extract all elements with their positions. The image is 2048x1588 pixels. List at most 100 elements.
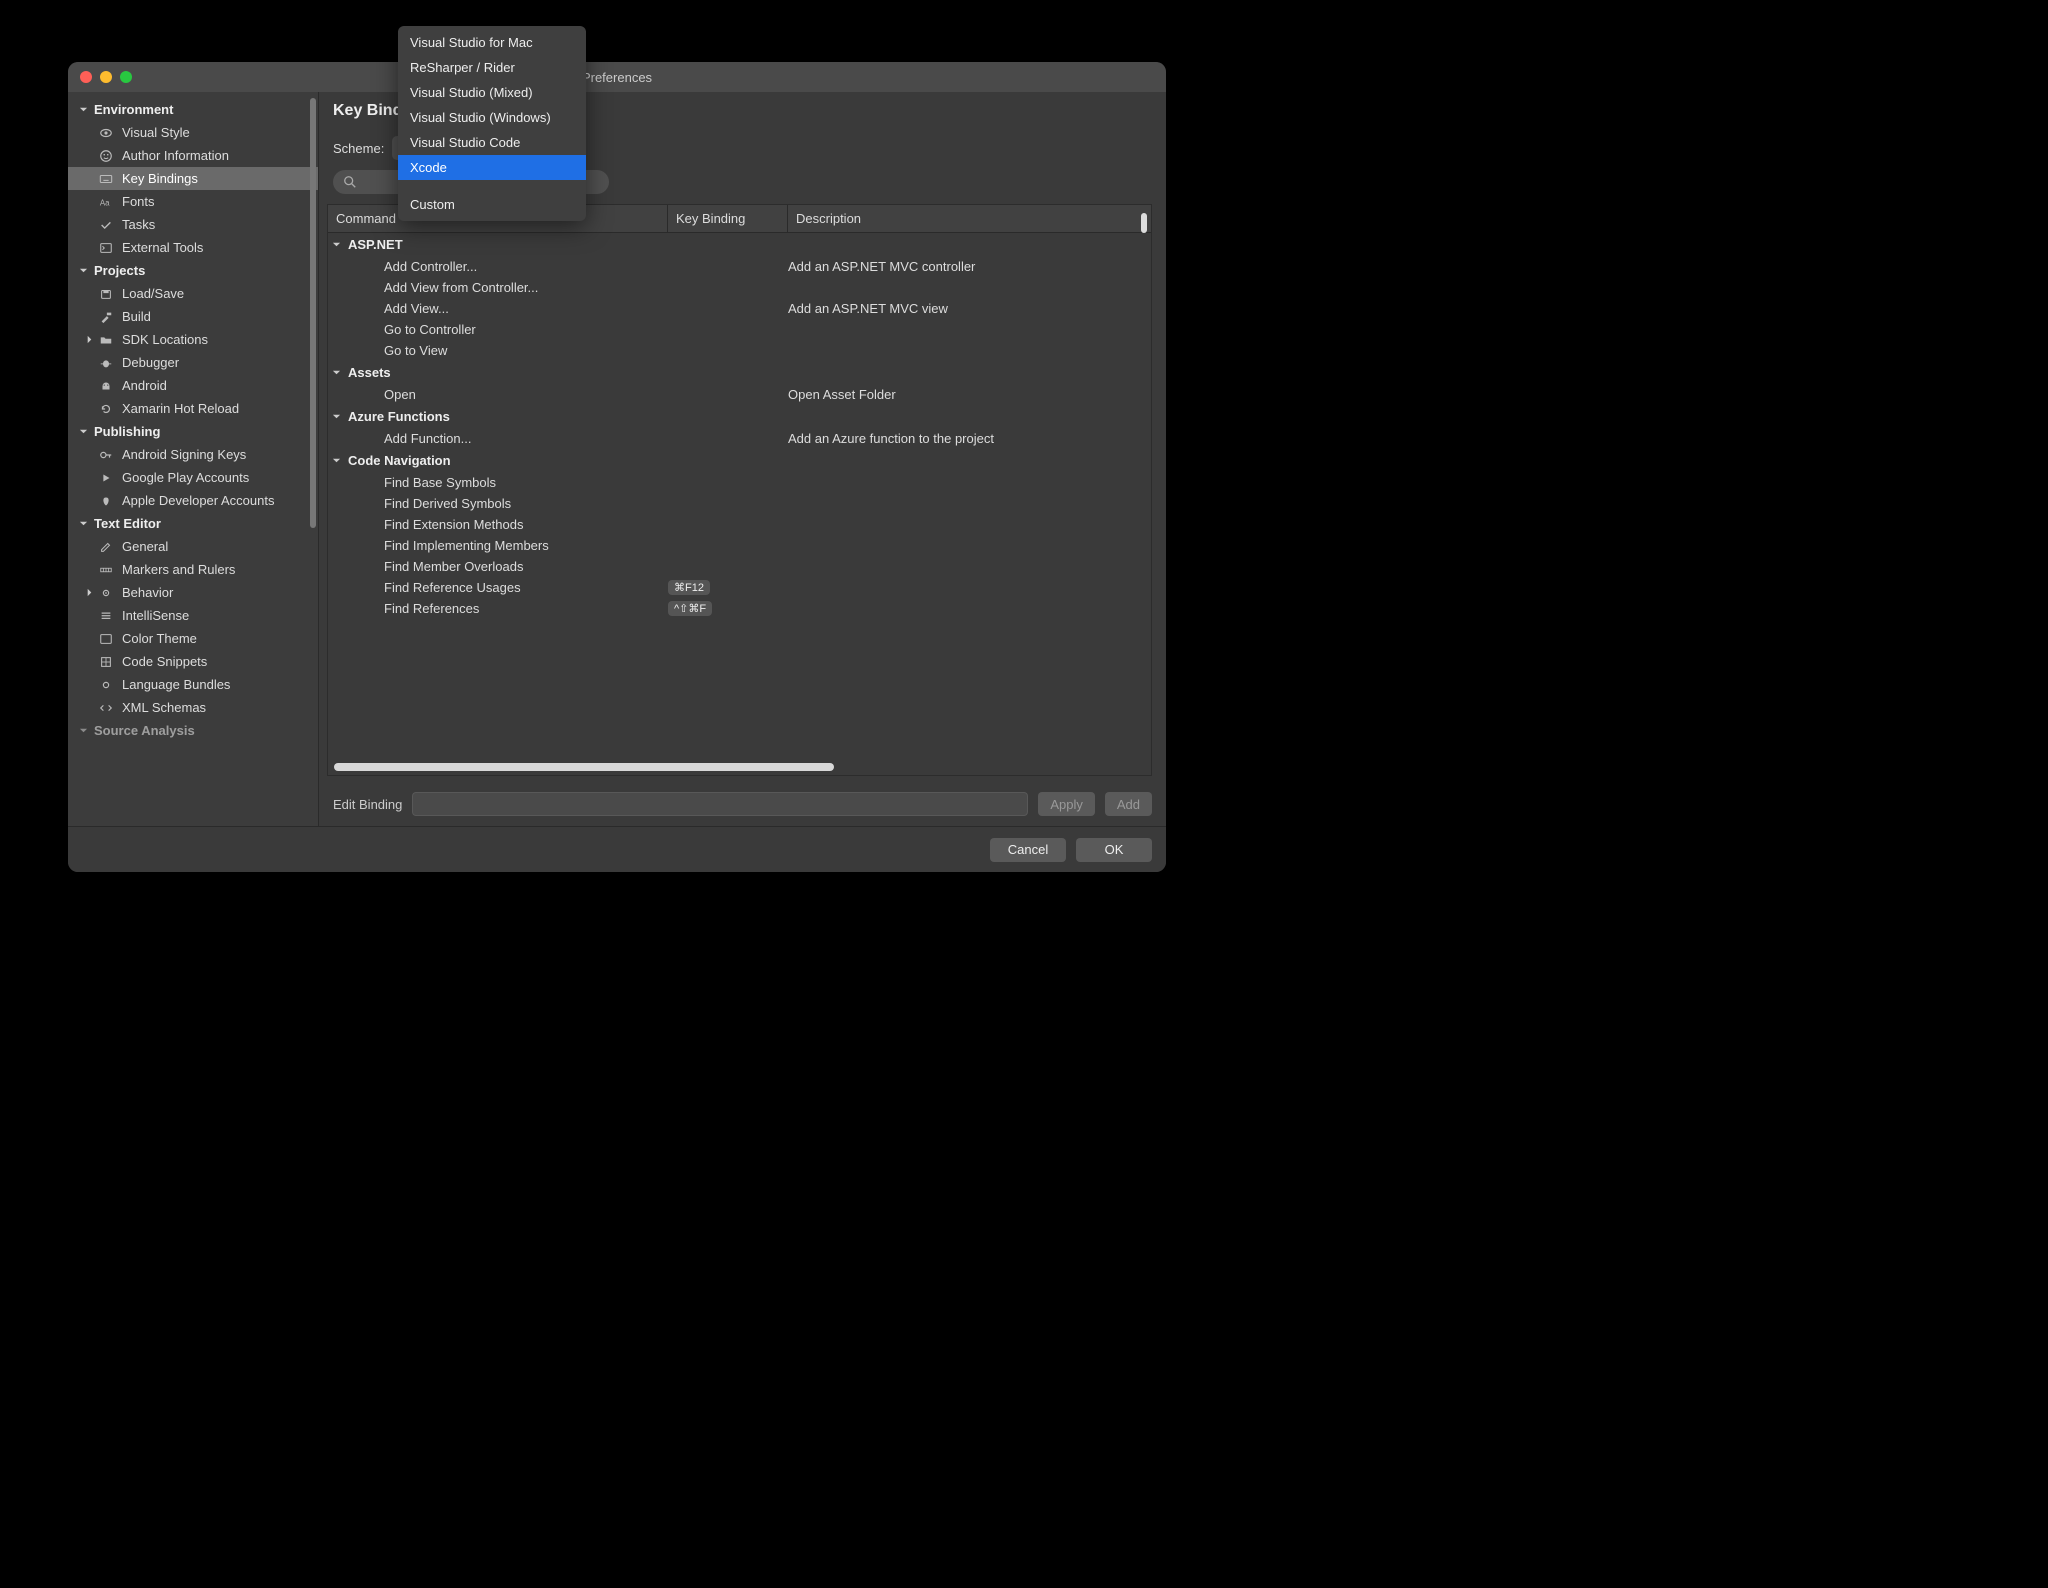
sidebar-item[interactable]: Xamarin Hot Reload bbox=[68, 397, 318, 420]
sidebar-scrollbar[interactable] bbox=[310, 98, 316, 528]
ok-button[interactable]: OK bbox=[1076, 838, 1152, 862]
table-row[interactable]: Find Member Overloads bbox=[328, 556, 1151, 577]
sidebar-item[interactable]: SDK Locations bbox=[68, 328, 318, 351]
cell-description bbox=[788, 517, 1151, 532]
sidebar-item[interactable]: Markers and Rulers bbox=[68, 558, 318, 581]
sidebar-item-label: Build bbox=[122, 309, 151, 324]
sidebar-category[interactable]: Text Editor bbox=[68, 512, 318, 535]
minimize-window-button[interactable] bbox=[100, 71, 112, 83]
edit-binding-input[interactable] bbox=[412, 792, 1028, 816]
table-body[interactable]: ASP.NETAdd Controller...Add an ASP.NET M… bbox=[328, 233, 1151, 775]
cell-keybinding bbox=[668, 559, 788, 574]
sidebar-item[interactable]: Tasks bbox=[68, 213, 318, 236]
sidebar-item[interactable]: Android Signing Keys bbox=[68, 443, 318, 466]
cell-description: Add an Azure function to the project bbox=[788, 431, 1151, 446]
eye-icon bbox=[98, 126, 114, 140]
dropdown-item[interactable]: Visual Studio (Windows) bbox=[398, 105, 586, 130]
sidebar-item[interactable]: Author Information bbox=[68, 144, 318, 167]
sidebar-item[interactable]: AaFonts bbox=[68, 190, 318, 213]
disclosure-triangle-icon bbox=[78, 105, 88, 115]
gear-icon bbox=[98, 678, 114, 692]
sidebar-item[interactable]: Debugger bbox=[68, 351, 318, 374]
cell-keybinding bbox=[668, 475, 788, 490]
sidebar-item[interactable]: Google Play Accounts bbox=[68, 466, 318, 489]
sidebar-item-label: General bbox=[122, 539, 168, 554]
sidebar-item[interactable]: Language Bundles bbox=[68, 673, 318, 696]
cell-keybinding: ⌘F12 bbox=[668, 580, 788, 595]
palette-icon bbox=[98, 632, 114, 646]
sidebar-category[interactable]: Projects bbox=[68, 259, 318, 282]
fonts-icon: Aa bbox=[98, 195, 114, 209]
sidebar-item[interactable]: Build bbox=[68, 305, 318, 328]
table-vscroll[interactable] bbox=[1141, 213, 1147, 233]
preferences-window: Preferences EnvironmentVisual StyleAutho… bbox=[68, 62, 1166, 872]
table-group[interactable]: Code Navigation bbox=[328, 449, 1151, 472]
table-row[interactable]: Add View...Add an ASP.NET MVC view bbox=[328, 298, 1151, 319]
sidebar-item[interactable]: IntelliSense bbox=[68, 604, 318, 627]
reload-icon bbox=[98, 402, 114, 416]
scheme-dropdown[interactable]: Visual Studio for MacReSharper / RiderVi… bbox=[398, 26, 586, 221]
sidebar-item[interactable]: Behavior bbox=[68, 581, 318, 604]
sidebar-category[interactable]: Environment bbox=[68, 98, 318, 121]
sidebar-item[interactable]: Code Snippets bbox=[68, 650, 318, 673]
table-row[interactable]: Find Extension Methods bbox=[328, 514, 1151, 535]
table-hscroll-track[interactable] bbox=[334, 763, 1141, 771]
table-row[interactable]: Add Function...Add an Azure function to … bbox=[328, 428, 1151, 449]
sidebar-item[interactable]: Key Bindings bbox=[68, 167, 318, 190]
sidebar-item[interactable]: External Tools bbox=[68, 236, 318, 259]
table-row[interactable]: Go to View bbox=[328, 340, 1151, 361]
table-hscroll-thumb[interactable] bbox=[334, 763, 834, 771]
sidebar-item[interactable]: XML Schemas bbox=[68, 696, 318, 719]
folder-icon bbox=[98, 333, 114, 347]
apply-button[interactable]: Apply bbox=[1038, 792, 1095, 816]
table-row[interactable]: Find Implementing Members bbox=[328, 535, 1151, 556]
dropdown-item[interactable]: ReSharper / Rider bbox=[398, 55, 586, 80]
sidebar-item[interactable]: Android bbox=[68, 374, 318, 397]
table-group[interactable]: ASP.NET bbox=[328, 233, 1151, 256]
cell-description: Add an ASP.NET MVC view bbox=[788, 301, 1151, 316]
col-description[interactable]: Description bbox=[788, 205, 1151, 232]
table-row[interactable]: OpenOpen Asset Folder bbox=[328, 384, 1151, 405]
dropdown-item[interactable]: Visual Studio (Mixed) bbox=[398, 80, 586, 105]
table-row[interactable]: Find Reference Usages⌘F12 bbox=[328, 577, 1151, 598]
disclosure-triangle-icon bbox=[332, 412, 344, 421]
table-row[interactable]: Add Controller...Add an ASP.NET MVC cont… bbox=[328, 256, 1151, 277]
dropdown-item[interactable]: Visual Studio for Mac bbox=[398, 30, 586, 55]
cell-command: Go to Controller bbox=[328, 322, 668, 337]
dropdown-item[interactable]: Xcode bbox=[398, 155, 586, 180]
cell-command: Open bbox=[328, 387, 668, 402]
cell-keybinding bbox=[668, 517, 788, 532]
col-keybinding[interactable]: Key Binding bbox=[668, 205, 788, 232]
sidebar-item[interactable]: General bbox=[68, 535, 318, 558]
cell-description bbox=[788, 343, 1151, 358]
disclosure-triangle-icon bbox=[84, 588, 94, 598]
sidebar-item[interactable]: Apple Developer Accounts bbox=[68, 489, 318, 512]
table-row[interactable]: Find Base Symbols bbox=[328, 472, 1151, 493]
table-group[interactable]: Azure Functions bbox=[328, 405, 1151, 428]
table-group[interactable]: Assets bbox=[328, 361, 1151, 384]
table-row[interactable]: Find Derived Symbols bbox=[328, 493, 1151, 514]
sidebar[interactable]: EnvironmentVisual StyleAuthor Informatio… bbox=[68, 92, 319, 826]
scheme-label: Scheme: bbox=[333, 141, 384, 156]
sidebar-item[interactable]: Visual Style bbox=[68, 121, 318, 144]
edit-binding-row: Edit Binding Apply Add bbox=[319, 782, 1166, 826]
sidebar-item[interactable]: Load/Save bbox=[68, 282, 318, 305]
dropdown-item[interactable]: Visual Studio Code bbox=[398, 130, 586, 155]
table-row[interactable]: Go to Controller bbox=[328, 319, 1151, 340]
sidebar-category[interactable]: Source Analysis bbox=[68, 719, 318, 742]
sidebar-item[interactable]: Color Theme bbox=[68, 627, 318, 650]
sidebar-item-label: Xamarin Hot Reload bbox=[122, 401, 239, 416]
dropdown-item[interactable]: Custom bbox=[398, 192, 586, 217]
close-window-button[interactable] bbox=[80, 71, 92, 83]
keyboard-icon bbox=[98, 172, 114, 186]
titlebar[interactable]: Preferences bbox=[68, 62, 1166, 92]
gears-icon bbox=[98, 586, 114, 600]
table-row[interactable]: Add View from Controller... bbox=[328, 277, 1151, 298]
table-row[interactable]: Find References^⇧⌘F bbox=[328, 598, 1151, 619]
add-button[interactable]: Add bbox=[1105, 792, 1152, 816]
cell-keybinding bbox=[668, 280, 788, 295]
sidebar-category[interactable]: Publishing bbox=[68, 420, 318, 443]
sidebar-category-label: Text Editor bbox=[94, 516, 161, 531]
cancel-button[interactable]: Cancel bbox=[990, 838, 1066, 862]
zoom-window-button[interactable] bbox=[120, 71, 132, 83]
